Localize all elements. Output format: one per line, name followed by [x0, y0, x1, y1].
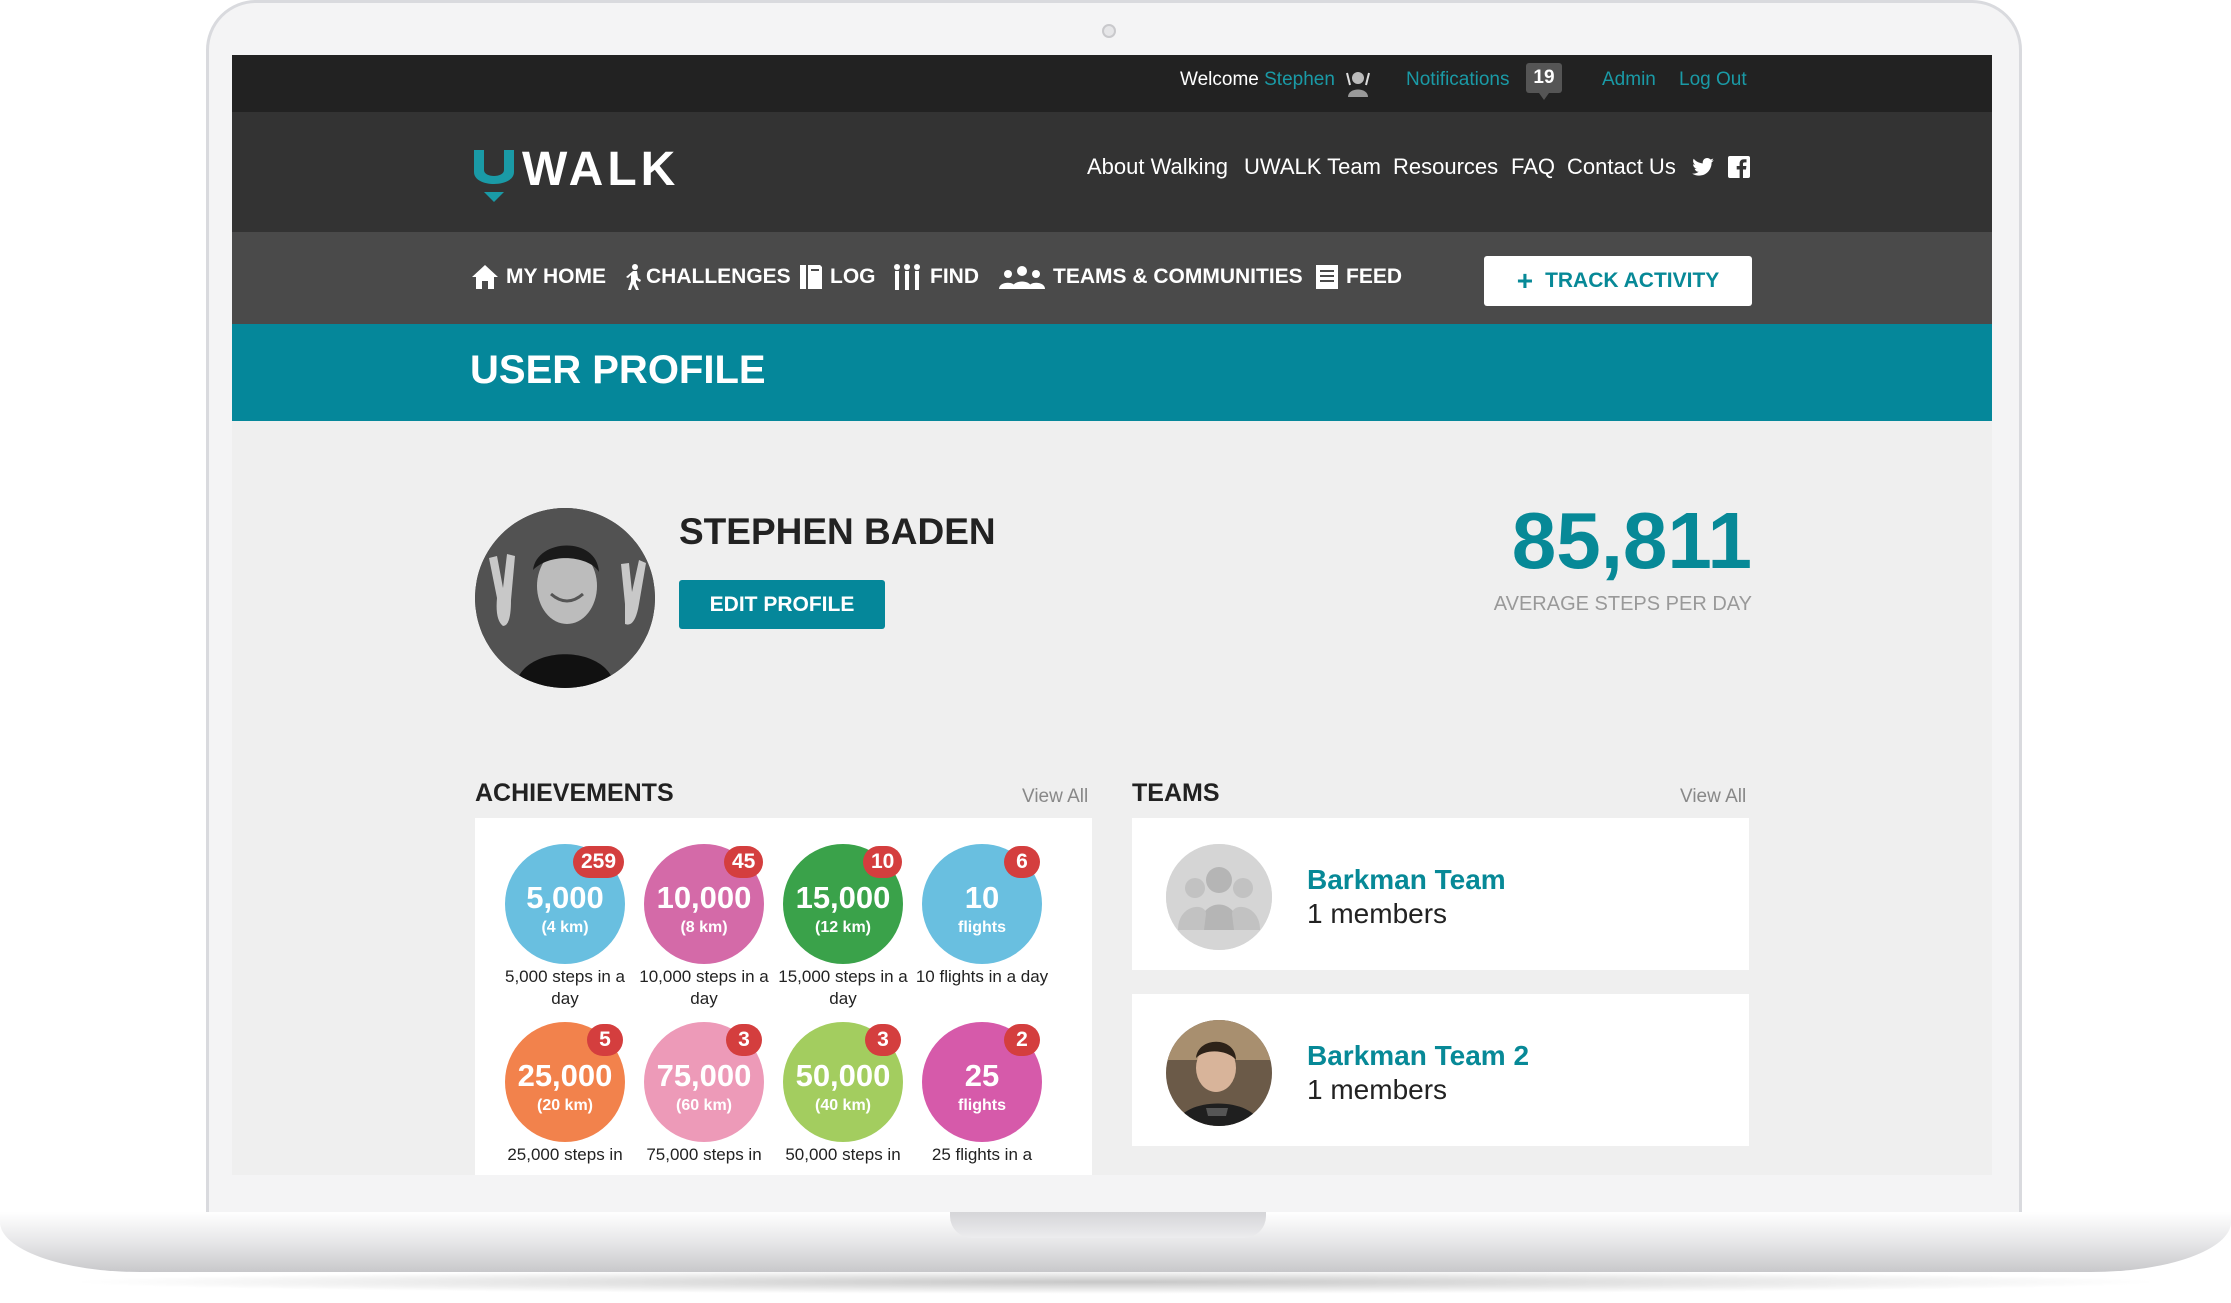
team-members-count: 1 members: [1307, 898, 1448, 929]
nav-resources[interactable]: Resources: [1393, 154, 1498, 180]
average-steps-label: AVERAGE STEPS PER DAY: [1493, 593, 1752, 615]
laptop-shadow: [60, 1270, 2171, 1294]
webcam: [1102, 24, 1116, 38]
admin-link[interactable]: Admin: [1602, 69, 1656, 91]
twitter-icon[interactable]: [1692, 158, 1714, 176]
profile-name: STEPHEN BADEN: [679, 511, 996, 552]
menu-log[interactable]: LOG: [800, 262, 876, 292]
notifications-link[interactable]: Notifications: [1406, 69, 1510, 91]
team-photo-avatar: [1166, 1020, 1272, 1126]
achievement-value: 10: [964, 880, 1000, 915]
achievement-count-badge: 6: [1004, 846, 1040, 878]
logout-link[interactable]: Log Out: [1679, 69, 1747, 91]
achievement-value: 50,000: [795, 1058, 891, 1093]
menu-log-label: LOG: [830, 265, 876, 288]
team-members-count: 1 members: [1307, 1074, 1448, 1105]
achievement-distance: (20 km): [536, 1097, 594, 1114]
achievement-value: 25: [964, 1058, 1000, 1093]
facebook-icon[interactable]: [1728, 156, 1750, 178]
achievement-caption: 10,000 steps in a day: [639, 967, 769, 1008]
menu-challenges[interactable]: CHALLENGES: [626, 262, 791, 292]
track-activity-button[interactable]: + TRACK ACTIVITY: [1484, 256, 1752, 306]
page-title: USER PROFILE: [470, 348, 766, 392]
achievement-distance: flights: [958, 1097, 1006, 1114]
track-activity-label: TRACK ACTIVITY: [1545, 269, 1720, 292]
achievement-count-badge: 5: [587, 1024, 623, 1056]
achievement-caption: 75,000 steps in: [646, 1145, 762, 1164]
teams-view-all-link[interactable]: View All: [1680, 786, 1746, 808]
achievement-distance: (8 km): [680, 919, 728, 936]
teams-title: TEAMS: [1132, 779, 1220, 807]
people-search-icon: [894, 264, 920, 290]
main-menu: MY HOME CHALLENGES LOG FIND TEAMS & COMM…: [232, 232, 1992, 324]
achievement-caption: 10 flights in a day: [915, 967, 1049, 986]
user-mini-avatar[interactable]: [1344, 67, 1372, 97]
achievement-count-badge: 3: [726, 1024, 762, 1056]
menu-find-label: FIND: [930, 265, 979, 288]
achievement-distance: (4 km): [541, 919, 589, 936]
achievement-distance: flights: [958, 919, 1006, 936]
walker-icon: [626, 264, 641, 290]
average-steps-value: 85,811: [1511, 496, 1752, 585]
profile-avatar[interactable]: [475, 508, 655, 688]
achievement-value: 10,000: [656, 880, 752, 915]
nav-contact-us[interactable]: Contact Us: [1567, 154, 1676, 180]
welcome-text: Welcome Stephen: [1180, 69, 1335, 91]
team-name-link[interactable]: Barkman Team: [1307, 864, 1506, 896]
achievement-value: 5,000: [526, 880, 604, 915]
site-header: WALK About Walking UWALK Team Resources …: [232, 112, 1992, 232]
top-bar: Welcome Stephen Notifications 19 Admin L…: [232, 55, 1992, 112]
screen: Welcome Stephen Notifications 19 Admin L…: [232, 55, 1992, 1175]
achievements-title: ACHIEVEMENTS: [475, 779, 674, 807]
notifications-count-badge[interactable]: 19: [1526, 63, 1562, 100]
achievement-caption: 25 flights in a: [931, 1145, 1033, 1164]
laptop-notch: [950, 1212, 1266, 1238]
team-group-placeholder-icon: [1166, 844, 1272, 950]
menu-challenges-label: CHALLENGES: [646, 265, 791, 288]
menu-my-home-label: MY HOME: [506, 265, 606, 288]
welcome-username[interactable]: Stephen: [1264, 69, 1335, 90]
menu-find[interactable]: FIND: [892, 262, 979, 292]
achievement-distance: (12 km): [814, 919, 872, 936]
feed-list-icon: [1316, 265, 1338, 289]
menu-feed[interactable]: FEED: [1316, 262, 1402, 292]
achievements-view-all-link[interactable]: View All: [1022, 786, 1088, 808]
plus-icon: +: [1516, 265, 1534, 296]
achievement-count-badge: 259: [573, 846, 625, 878]
menu-feed-label: FEED: [1346, 265, 1403, 288]
achievement-caption: 50,000 steps in: [785, 1145, 901, 1164]
menu-my-home[interactable]: MY HOME: [472, 262, 606, 292]
uwalk-logo-u-icon[interactable]: [472, 148, 516, 204]
page-banner: USER PROFILE: [232, 324, 1992, 421]
nav-about-walking[interactable]: About Walking: [1087, 154, 1228, 180]
menu-teams-communities-label: TEAMS & COMMUNITIES: [1053, 265, 1303, 288]
achievement-count-badge: 2: [1004, 1024, 1040, 1056]
achievements-panel: 5,000 (4 km) 259 5,000 steps in a day 10…: [475, 818, 1092, 1175]
edit-profile-button[interactable]: EDIT PROFILE: [679, 580, 885, 629]
welcome-prefix: Welcome: [1180, 69, 1259, 90]
achievement-distance: (60 km): [675, 1097, 733, 1114]
achievement-value: 25,000: [517, 1058, 613, 1093]
menu-teams-communities[interactable]: TEAMS & COMMUNITIES: [999, 262, 1303, 292]
achievement-caption: 25,000 steps in: [507, 1145, 623, 1164]
achievement-caption: 5,000 steps in a day: [504, 967, 626, 1008]
team-card[interactable]: Barkman Team 1 members: [1132, 818, 1749, 970]
achievement-value: 15,000: [795, 880, 891, 915]
log-book-icon: [800, 265, 822, 289]
achievement-value: 75,000: [656, 1058, 752, 1093]
achievement-count-badge: 10: [863, 846, 903, 878]
achievement-count-badge: 3: [865, 1024, 901, 1056]
nav-faq[interactable]: FAQ: [1511, 154, 1555, 180]
achievement-count-badge: 45: [724, 846, 764, 878]
home-icon: [472, 265, 498, 289]
team-card[interactable]: Barkman Team 2 1 members: [1132, 994, 1749, 1146]
achievement-distance: (40 km): [814, 1097, 872, 1114]
logo-wordmark[interactable]: WALK: [522, 142, 679, 197]
group-icon: [999, 266, 1045, 289]
nav-uwalk-team[interactable]: UWALK Team: [1244, 154, 1381, 180]
achievement-caption: 15,000 steps in a day: [778, 967, 908, 1008]
team-name-link[interactable]: Barkman Team 2: [1307, 1040, 1529, 1072]
